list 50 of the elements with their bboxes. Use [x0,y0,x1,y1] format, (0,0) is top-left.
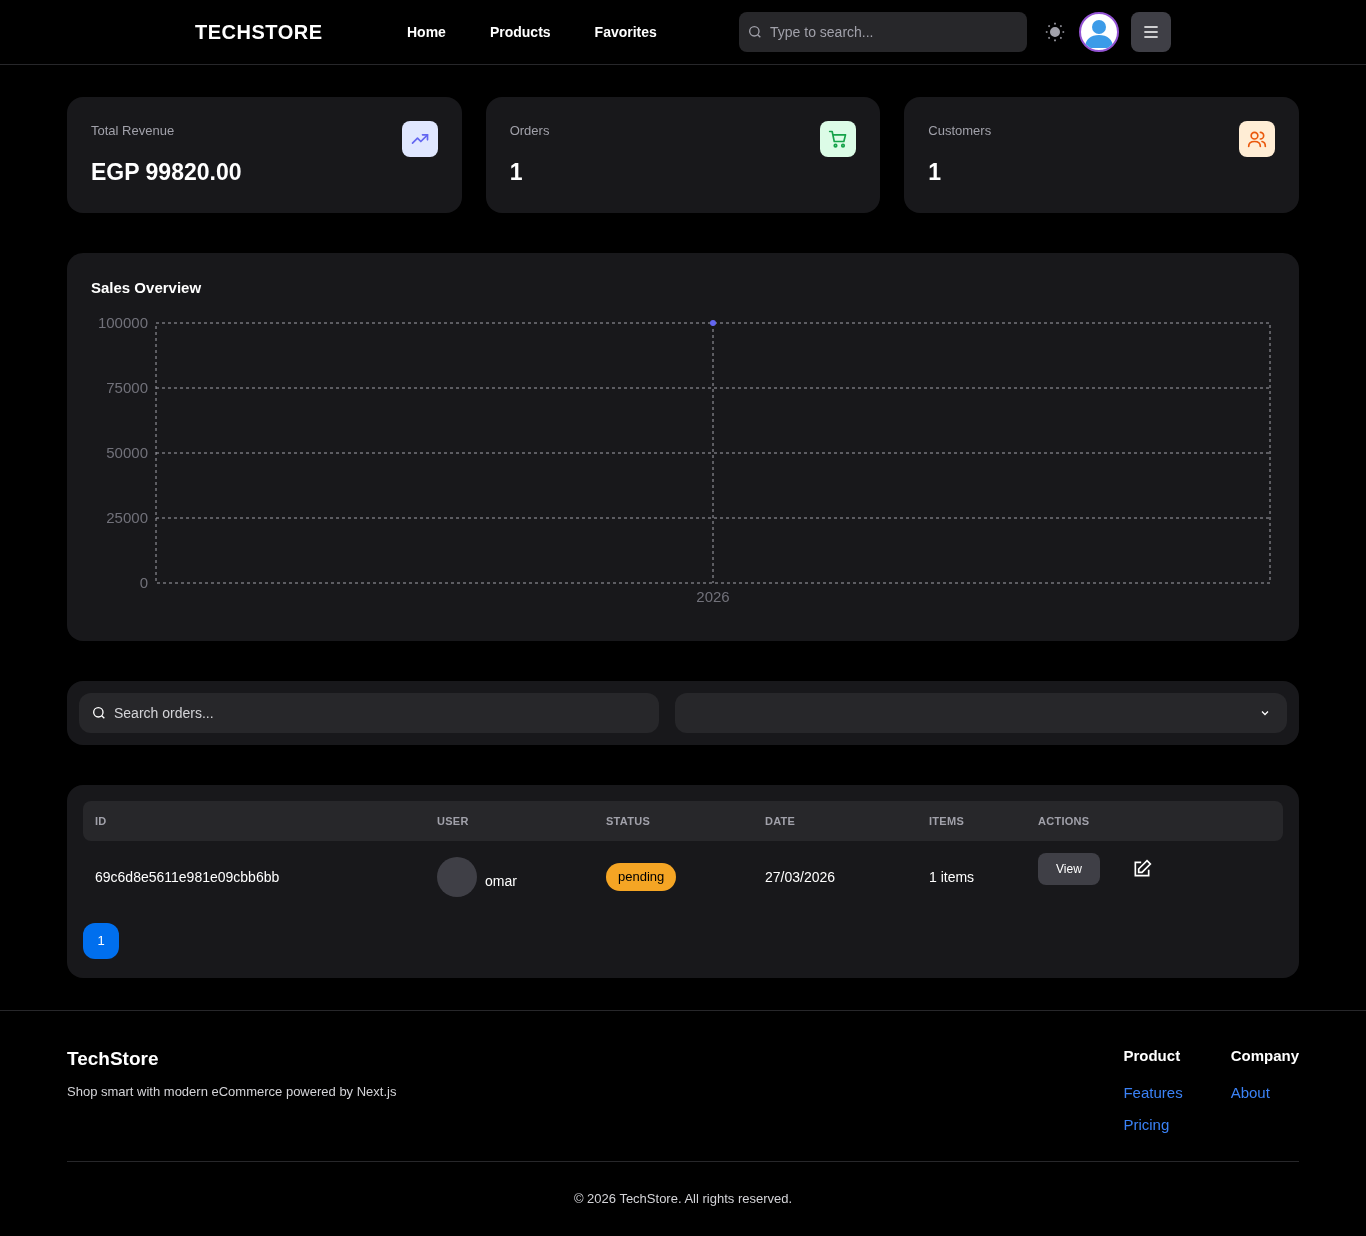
sun-icon[interactable] [1045,22,1065,42]
search-field[interactable]: Type to search... [739,12,1027,52]
search-field[interactable]: Search orders... [79,693,659,733]
column-header: USER [437,813,470,829]
stat-value: 1 [509,157,524,187]
search-icon [747,24,763,40]
logo[interactable]: TECHSTORE [195,17,407,47]
footer-link[interactable]: About [1230,1081,1299,1104]
data-point [710,319,716,326]
column-header: ID [95,813,108,829]
menu-button[interactable] [1131,12,1171,52]
avatar[interactable] [1079,12,1119,52]
copyright-text: © 2026 TechStore. All rights reserved. [573,1190,793,1206]
stat-label: Customers [928,122,992,140]
stat-value: EGP 99820.00 [91,157,242,187]
column-header: ITEMS [929,813,965,829]
avatar [437,857,477,897]
axis-label: 100000 [97,315,148,331]
stat-label: Orders [509,122,550,140]
page-button[interactable]: 1 [83,923,119,959]
footer-heading: Product [1123,1046,1182,1066]
trend-up-icon [401,121,438,157]
column-header: DATE [765,813,797,829]
users-icon [1239,121,1275,157]
stat-value: 1 [928,157,943,187]
axis-label: 2026 [696,587,730,605]
footer-link[interactable]: Features [1123,1081,1183,1104]
cart-icon [820,121,857,157]
footer-link[interactable]: Pricing [1123,1114,1183,1137]
column-header: STATUS [606,813,652,829]
axis-label: 0 [139,573,148,591]
nav-link[interactable]: Favorites [594,21,657,43]
view-button[interactable]: View [1038,853,1100,885]
footer-tagline: Shop smart with modern eCommerce powered by Next.js [67,1082,398,1101]
user-name: omar [485,871,517,891]
nav-link[interactable]: Products [489,21,551,43]
footer-heading: Company [1230,1046,1299,1066]
search-icon [91,705,107,721]
column-header: ACTIONS [1038,813,1091,829]
axis-label: 25000 [106,508,148,526]
footer-brand: TechStore [67,1047,160,1071]
status-badge: pending [606,863,677,891]
table-cell-text: 69c6d8e5611e981e09cbb6bb [95,867,281,887]
chart-title: Sales Overview [91,278,203,298]
axis-label: 75000 [106,378,148,396]
table-cell-text: 1 items [929,867,976,887]
table-cell-text: 27/03/2026 [765,867,837,887]
stat-label: Total Revenue [91,122,176,140]
nav-link[interactable]: Home [407,21,446,43]
axis-label: 50000 [106,443,148,461]
